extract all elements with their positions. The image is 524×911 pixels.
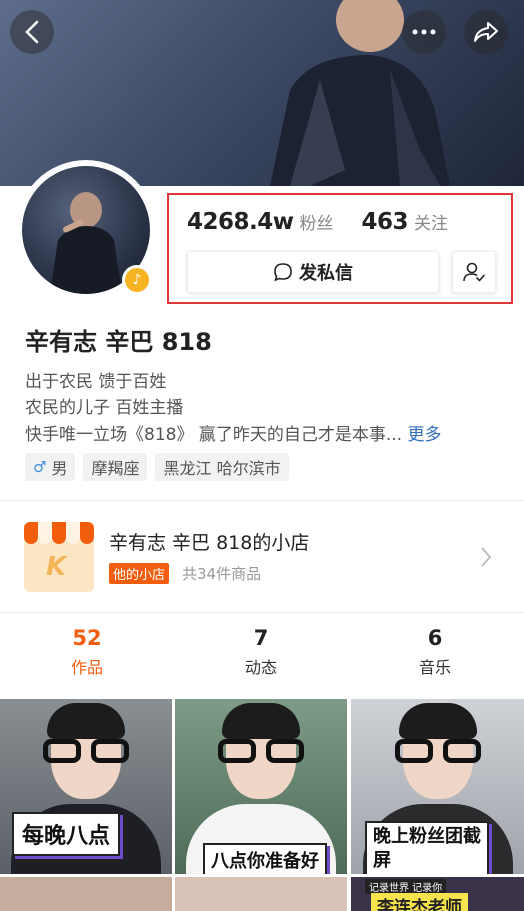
stats-highlight-box: 4268.4w 粉丝 463 关注 发私信	[167, 193, 513, 304]
following-count[interactable]: 463	[362, 209, 409, 235]
video-caption-line: 晚上粉丝团截	[373, 826, 481, 847]
video-thumbnail[interactable]	[175, 877, 347, 911]
music-note-icon: ♪	[125, 268, 149, 292]
tab-count: 7	[253, 626, 269, 650]
bio-more-link[interactable]: 更多	[407, 425, 441, 445]
shop-title: 辛有志 辛巴 818的小店	[109, 532, 310, 554]
back-button[interactable]	[10, 10, 54, 54]
followers-count[interactable]: 4268.4w	[187, 209, 294, 235]
bio-line: 快手唯一立场《818》 赢了昨天的自己才是本事... 更多	[25, 420, 441, 445]
shop-icon: K	[24, 522, 94, 592]
tab-moments[interactable]: 7 动态	[174, 626, 348, 678]
followers-label[interactable]: 粉丝	[300, 209, 334, 234]
gender-label: 男	[51, 459, 68, 478]
shop-badge: 他的小店	[109, 563, 170, 584]
male-icon: ♂	[33, 458, 47, 476]
following-label[interactable]: 关注	[414, 209, 448, 234]
share-arrow-icon	[474, 22, 498, 42]
send-message-label: 发私信	[299, 263, 353, 284]
stats-row: 4268.4w 粉丝 463 关注	[187, 209, 448, 235]
cover-image	[0, 0, 524, 186]
chat-bubble-icon	[274, 263, 292, 282]
zodiac-tag: 摩羯座	[83, 453, 148, 481]
divider	[0, 612, 524, 613]
video-thumbnail[interactable]: 晚上粉丝团截 屏	[351, 699, 524, 874]
tab-label: 音乐	[418, 658, 451, 677]
tab-label: 动态	[244, 658, 277, 677]
video-thumbnail[interactable]: 八点你准备好	[175, 699, 347, 874]
followed-toggle-button[interactable]	[452, 251, 496, 293]
video-caption-line: 屏	[373, 850, 391, 871]
bio-line: 出于农民 馈于百姓	[25, 372, 167, 392]
location-tag: 黑龙江 哈尔滨市	[155, 453, 289, 481]
tab-count: 6	[427, 626, 443, 650]
video-thumbnail[interactable]: 记录世界 记录你 李连杰老师	[351, 877, 524, 911]
video-thumbnail[interactable]	[0, 877, 172, 911]
tab-works[interactable]: 52 作品	[0, 626, 174, 678]
video-caption: 晚上粉丝团截 屏	[365, 821, 489, 874]
gender-tag: ♂ 男	[25, 453, 76, 481]
tab-count: 52	[72, 626, 102, 650]
shop-product-count: 共34件商品	[182, 565, 262, 583]
divider	[0, 500, 524, 501]
tab-label: 作品	[70, 658, 103, 677]
video-overlay-text: 记录世界 记录你	[365, 879, 447, 894]
bio-line: 农民的儿子 百姓主播	[25, 398, 184, 418]
video-overlay-title: 李连杰老师	[371, 893, 468, 911]
share-button[interactable]	[464, 10, 508, 54]
more-options-button[interactable]	[402, 10, 446, 54]
tab-music[interactable]: 6 音乐	[348, 626, 522, 678]
profile-tags: ♂ 男 摩羯座 黑龙江 哈尔滨市	[25, 453, 297, 481]
video-caption: 每晚八点	[12, 812, 121, 856]
video-thumbnail[interactable]: 每晚八点	[0, 699, 172, 874]
chevron-left-icon	[25, 20, 39, 44]
chevron-right-icon	[481, 547, 492, 567]
bio-line-text: 快手唯一立场《818》 赢了昨天的自己才是本事...	[25, 425, 403, 445]
ellipsis-icon	[412, 29, 436, 35]
send-message-button[interactable]: 发私信	[187, 251, 439, 293]
video-caption: 八点你准备好	[203, 843, 327, 874]
shop-icon-letter: K	[46, 552, 67, 582]
profile-name: 辛有志 辛巴 818	[25, 328, 212, 356]
music-badge: ♪	[122, 265, 152, 295]
user-check-icon	[463, 262, 485, 282]
